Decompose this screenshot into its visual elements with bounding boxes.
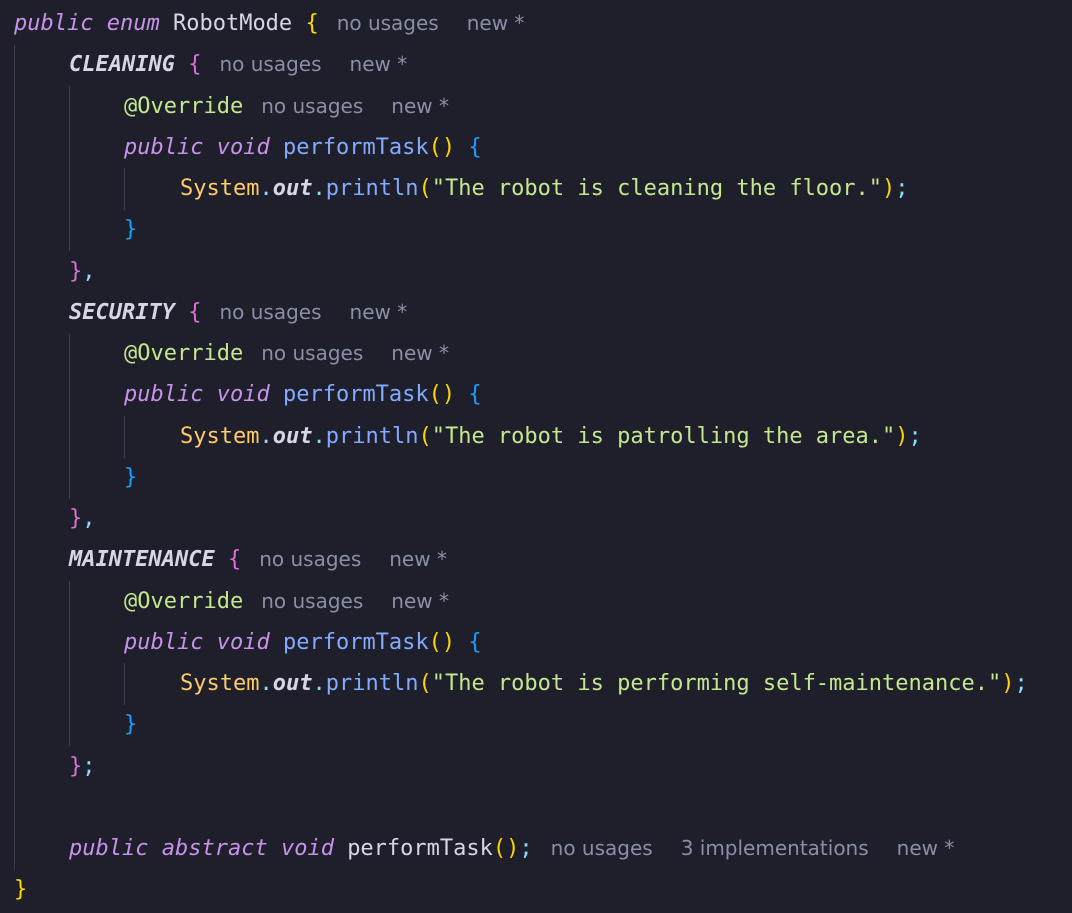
author-hint[interactable]: new * xyxy=(897,836,955,860)
code-line[interactable]: System.out.println("The robot is cleanin… xyxy=(0,168,1072,209)
usages-hint[interactable]: no usages xyxy=(219,300,321,324)
code-line[interactable]: SECURITY {no usages new * xyxy=(0,292,1072,333)
author-hint[interactable]: new * xyxy=(391,589,449,613)
code-line[interactable]: }, xyxy=(0,498,1072,539)
author-hint[interactable]: new * xyxy=(467,11,525,35)
keyword: public xyxy=(69,836,149,861)
usages-hint[interactable]: no usages xyxy=(551,836,653,860)
enum-name: RobotMode xyxy=(172,11,293,36)
field-ref: out xyxy=(272,671,313,696)
enum-constant: CLEANING xyxy=(69,52,175,78)
annotation: @Override xyxy=(124,93,244,119)
keyword: void xyxy=(280,836,334,861)
code-line[interactable]: MAINTENANCE {no usages new * xyxy=(0,539,1072,580)
code-line[interactable]: public void performTask() { xyxy=(0,622,1072,663)
method-call: println xyxy=(325,671,419,696)
code-line[interactable]: } xyxy=(0,457,1072,498)
method-name: performTask xyxy=(282,382,429,408)
implementations-hint[interactable]: 3 implementations xyxy=(681,836,869,860)
author-hint[interactable]: new * xyxy=(391,341,449,365)
code-line[interactable]: public void performTask() { xyxy=(0,374,1072,415)
keyword: abstract xyxy=(161,836,268,861)
code-line[interactable]: @Override no usages new * xyxy=(0,581,1072,622)
annotation: @Override xyxy=(124,341,244,366)
keyword: public xyxy=(124,629,204,655)
method-name: performTask xyxy=(347,836,493,861)
string-literal: "The robot is performing self-maintenanc… xyxy=(431,671,1002,696)
keyword: public xyxy=(14,11,94,36)
code-line[interactable]: public abstract void performTask(); no us… xyxy=(0,828,1072,869)
string-literal: "The robot is patrolling the area." xyxy=(431,423,896,449)
method-name: performTask xyxy=(282,629,429,655)
method-call: println xyxy=(325,176,419,201)
code-line[interactable]: @Override no usages new * xyxy=(0,333,1072,374)
annotation: @Override xyxy=(124,588,244,614)
usages-hint[interactable]: no usages xyxy=(261,94,363,118)
class-ref: System xyxy=(180,671,260,696)
keyword: enum xyxy=(106,11,160,36)
code-line[interactable]: CLEANING {no usages new * xyxy=(0,44,1072,85)
enum-constant: MAINTENANCE xyxy=(69,547,215,573)
string-literal: "The robot is cleaning the floor." xyxy=(431,176,883,201)
code-line[interactable]: public void performTask() { xyxy=(0,127,1072,168)
class-ref: System xyxy=(180,176,260,201)
code-editor[interactable]: public enum RobotMode { no usages new * CL… xyxy=(0,0,1072,913)
author-hint[interactable]: new * xyxy=(350,52,408,76)
usages-hint[interactable]: no usages xyxy=(219,52,321,76)
usages-hint[interactable]: no usages xyxy=(259,547,361,571)
method-name: performTask xyxy=(282,134,429,160)
author-hint[interactable]: new * xyxy=(350,300,408,324)
method-call: println xyxy=(325,423,419,449)
code-line[interactable]: }; xyxy=(0,746,1072,787)
code-line[interactable]: System.out.println("The robot is perform… xyxy=(0,663,1072,704)
code-line[interactable]: @Override no usages new * xyxy=(0,86,1072,127)
code-line[interactable]: } xyxy=(0,704,1072,745)
enum-constant: SECURITY xyxy=(69,299,175,325)
field-ref: out xyxy=(272,176,313,201)
usages-hint[interactable]: no usages xyxy=(337,11,439,35)
keyword: public xyxy=(124,134,204,160)
keyword: void xyxy=(216,134,270,160)
keyword: void xyxy=(216,629,270,655)
keyword: public xyxy=(124,382,204,408)
brace: { xyxy=(305,11,319,36)
usages-hint[interactable]: no usages xyxy=(261,341,363,365)
code-line[interactable] xyxy=(0,787,1072,828)
usages-hint[interactable]: no usages xyxy=(261,589,363,613)
code-line[interactable]: public enum RobotMode { no usages new * xyxy=(0,3,1072,44)
code-line[interactable]: } xyxy=(0,209,1072,250)
keyword: void xyxy=(216,382,270,408)
code-line[interactable]: }, xyxy=(0,251,1072,292)
class-ref: System xyxy=(180,423,260,449)
code-line[interactable]: System.out.println("The robot is patroll… xyxy=(0,416,1072,457)
code-line[interactable]: } xyxy=(0,869,1072,910)
author-hint[interactable]: new * xyxy=(391,94,449,118)
field-ref: out xyxy=(272,423,313,449)
author-hint[interactable]: new * xyxy=(389,547,447,571)
